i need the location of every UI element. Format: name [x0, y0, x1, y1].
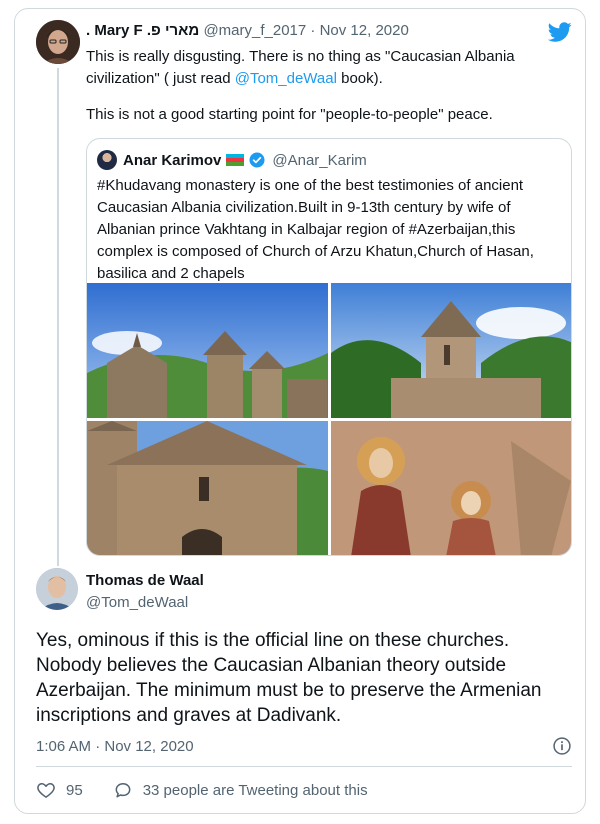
verified-badge-icon	[249, 152, 265, 168]
reply-author-handle[interactable]: @Tom_deWaal	[86, 594, 188, 611]
media-photo-monastery-3[interactable]	[87, 421, 328, 555]
quoted-author-name[interactable]: Anar Karimov	[123, 152, 221, 169]
quoted-avatar[interactable]	[97, 150, 117, 170]
media-grid	[87, 283, 571, 555]
quoted-author-handle[interactable]: @Anar_Karim	[272, 152, 366, 169]
avatar[interactable]	[36, 20, 80, 64]
info-icon[interactable]	[552, 736, 572, 756]
reply-timestamp[interactable]: 1:06 AM · Nov 12, 2020	[36, 738, 194, 755]
media-photo-monastery-2[interactable]	[331, 283, 571, 418]
media-photo-fresco[interactable]	[331, 421, 571, 555]
thread-line	[57, 68, 59, 566]
author-name[interactable]: . Mary F .מארי פ	[86, 22, 199, 39]
avatar-portrait	[36, 20, 80, 64]
separator-dot: ·	[306, 22, 320, 39]
monastery-photo	[331, 283, 571, 418]
monastery-photo	[87, 283, 328, 418]
tweet-actions: 95 33 people are Tweeting about this	[36, 778, 368, 802]
reply-author-name[interactable]: Thomas de Waal	[86, 572, 204, 589]
author-handle[interactable]: @mary_f_2017	[203, 22, 306, 39]
mention-link[interactable]: @Tom_deWaal	[235, 70, 337, 87]
quoted-tweet[interactable]: Anar Karimov @Anar_Karim #Khudavang mona…	[86, 138, 572, 556]
tweet-text: This is really disgusting. There is no t…	[86, 46, 556, 126]
likes-count[interactable]: 95	[66, 782, 83, 799]
people-tweeting-link[interactable]: 33 people are Tweeting about this	[143, 782, 368, 799]
monastery-photo	[87, 421, 328, 555]
quoted-tweet-text: #Khudavang monastery is one of the best …	[97, 177, 534, 282]
fresco-photo	[331, 421, 571, 555]
twitter-bird-icon[interactable]	[548, 20, 572, 44]
tweet-text-part: book).	[336, 70, 383, 87]
media-photo-monastery-1[interactable]	[87, 283, 328, 418]
divider	[36, 766, 572, 767]
avatar-portrait	[36, 568, 78, 610]
tweet-date[interactable]: Nov 12, 2020	[320, 22, 409, 39]
reply-avatar[interactable]	[36, 568, 78, 610]
azerbaijan-flag-icon	[226, 154, 245, 166]
reply-text: Yes, ominous if this is the official lin…	[36, 630, 542, 726]
speech-bubble-icon[interactable]	[113, 780, 133, 800]
tweet-text-line: This is not a good starting point for "p…	[86, 106, 493, 123]
heart-icon[interactable]	[36, 780, 56, 800]
quoted-tweet-header: Anar Karimov @Anar_Karim	[97, 149, 367, 171]
tweet-header: . Mary F .מארי פ @mary_f_2017 · Nov 12, …	[86, 22, 409, 39]
